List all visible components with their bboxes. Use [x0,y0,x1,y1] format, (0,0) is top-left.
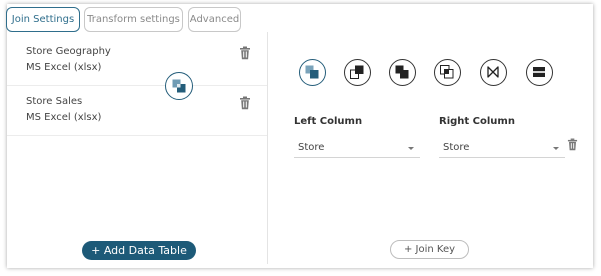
right-join-icon [395,65,409,79]
inner-join-icon [172,79,186,93]
left-column-label: Left Column [294,116,363,127]
left-join-icon [350,65,364,79]
natural-join-button[interactable] [480,59,507,86]
right-column-select[interactable]: Store [439,139,565,158]
tab-advanced[interactable]: Advanced [188,7,241,32]
right-join-button[interactable] [389,59,416,86]
add-join-key-button[interactable]: + Join Key [390,240,469,259]
left-column-value: Store [298,142,325,153]
data-tables-panel: Store Geography MS Excel (xlsx) Store Sa… [7,32,268,264]
inner-join-icon [305,65,319,79]
data-table-name: Store Geography [26,46,111,57]
outer-join-button[interactable] [434,59,461,86]
data-table-name: Store Sales [26,96,83,107]
union-icon [533,67,545,77]
data-table-item[interactable]: Store Sales MS Excel (xlsx) [7,88,267,136]
join-link-button[interactable] [165,72,193,100]
tab-join-settings[interactable]: Join Settings [6,7,80,32]
natural-join-icon [487,66,499,78]
data-table-type: MS Excel (xlsx) [26,62,102,73]
left-column-select[interactable]: Store [294,139,420,158]
outer-join-icon [440,65,454,79]
inner-join-button[interactable] [299,59,326,86]
trash-icon[interactable] [567,138,578,151]
left-join-button[interactable] [344,59,371,86]
right-column-label: Right Column [439,116,515,127]
chevron-down-icon [553,147,559,150]
trash-icon[interactable] [239,46,251,60]
data-table-item[interactable]: Store Geography MS Excel (xlsx) [7,38,267,86]
tab-transform-settings[interactable]: Transform settings [84,7,183,32]
add-data-table-button[interactable]: + Add Data Table [82,241,196,260]
data-table-type: MS Excel (xlsx) [26,112,102,123]
chevron-down-icon [408,147,414,150]
right-column-value: Store [443,142,470,153]
union-button[interactable] [526,59,553,86]
trash-icon[interactable] [239,96,251,110]
